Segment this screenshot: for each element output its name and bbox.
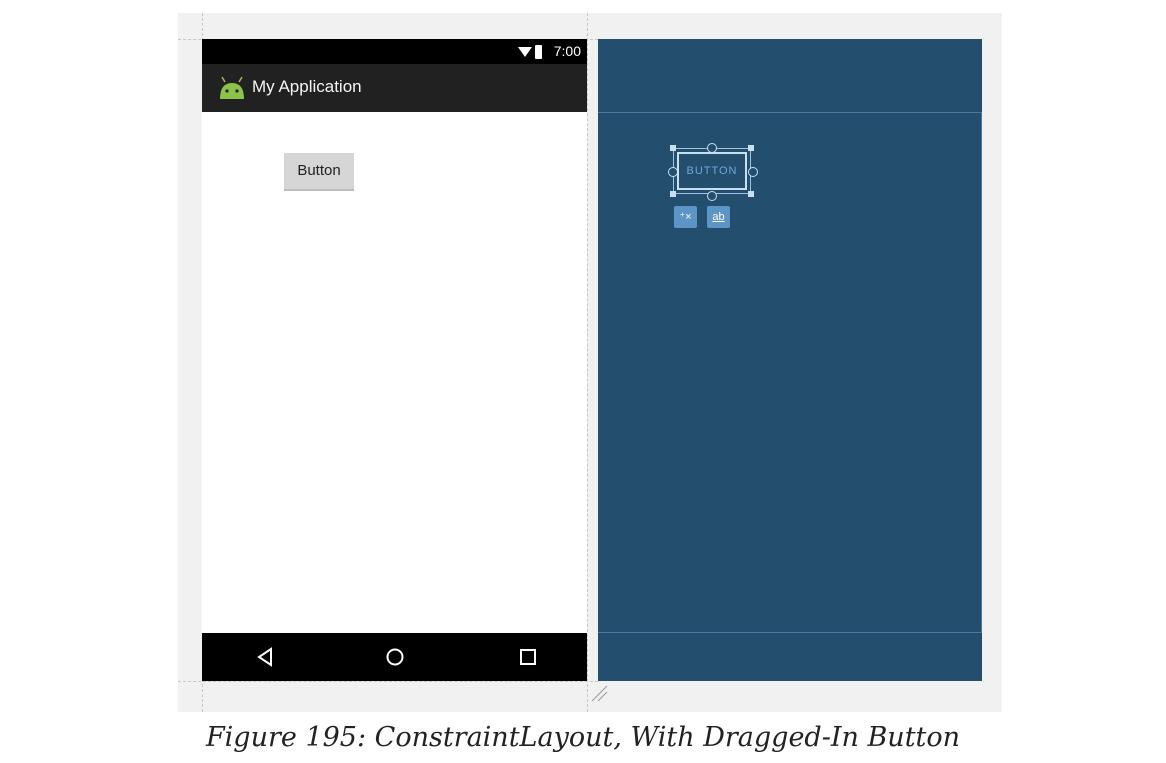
status-icons bbox=[517, 44, 543, 64]
constraint-anchor-left[interactable] bbox=[668, 167, 678, 177]
baseline-icon[interactable]: ab bbox=[707, 206, 730, 228]
figure-caption: Figure 195: ConstraintLayout, With Dragg… bbox=[205, 722, 961, 753]
blueprint-view[interactable]: BUTTON ⁺× ab bbox=[598, 39, 982, 681]
recents-nav-icon[interactable] bbox=[518, 647, 538, 671]
resize-handle-top-left[interactable] bbox=[670, 145, 676, 151]
back-nav-icon[interactable] bbox=[256, 647, 274, 671]
guide-right bbox=[587, 13, 588, 712]
design-preview[interactable]: 7:00 My Application Button bbox=[202, 39, 587, 681]
guide-bottom bbox=[178, 681, 598, 682]
blueprint-actionbar-edge bbox=[598, 112, 982, 113]
status-time: 7:00 bbox=[553, 43, 581, 59]
navigation-bar bbox=[202, 633, 587, 681]
blueprint-right-edge bbox=[981, 112, 982, 632]
action-bar: My Application bbox=[202, 64, 587, 112]
constraint-anchor-right[interactable] bbox=[748, 167, 758, 177]
status-bar: 7:00 bbox=[202, 39, 587, 64]
clear-constraints-icon[interactable]: ⁺× bbox=[674, 206, 697, 228]
constraint-anchor-top[interactable] bbox=[707, 143, 717, 153]
wifi-icon bbox=[518, 45, 542, 59]
resize-handle-icon[interactable] bbox=[590, 684, 608, 706]
resize-handle-bottom-right[interactable] bbox=[748, 191, 754, 197]
blueprint-button[interactable]: BUTTON bbox=[677, 152, 747, 190]
home-nav-icon[interactable] bbox=[385, 647, 405, 671]
resize-handle-top-right[interactable] bbox=[748, 145, 754, 151]
preview-button[interactable]: Button bbox=[284, 153, 354, 191]
battery-icon bbox=[535, 45, 542, 59]
constraint-anchor-bottom[interactable] bbox=[707, 191, 717, 201]
android-logo-icon bbox=[218, 75, 246, 105]
app-title: My Application bbox=[252, 77, 362, 96]
blueprint-navbar-edge bbox=[598, 632, 982, 633]
resize-handle-bottom-left[interactable] bbox=[670, 191, 676, 197]
